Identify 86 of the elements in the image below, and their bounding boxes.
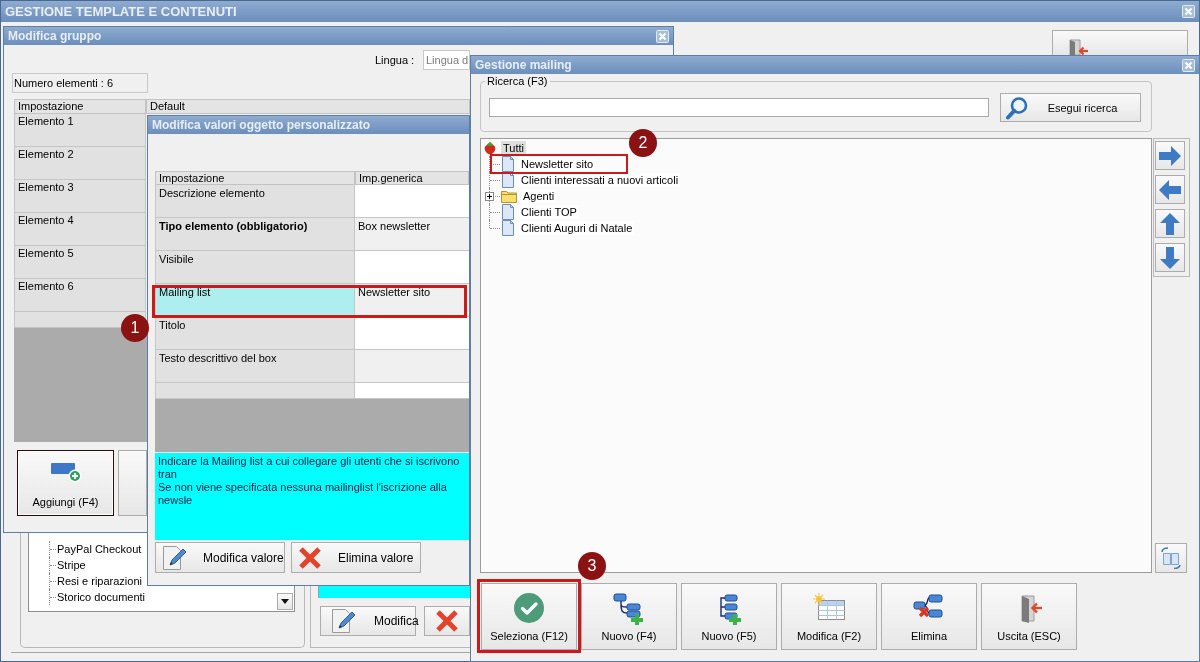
tree-item[interactable]: Clienti TOP [519, 205, 579, 219]
field-label: Lingua : [375, 54, 416, 66]
window-title: Modifica valori oggetto personalizzato [152, 118, 371, 132]
door-icon [1067, 38, 1089, 55]
documents-refresh-icon [1159, 547, 1183, 569]
column-header[interactable]: Impostazione [155, 171, 355, 185]
group-label: Ricerca (F3) [486, 75, 549, 88]
close-button[interactable] [656, 29, 669, 43]
node-tree-plus-icon [613, 593, 645, 625]
page-pencil-icon [331, 608, 356, 634]
node-cross-icon [913, 593, 945, 621]
document-icon [501, 172, 515, 188]
document-icon [501, 156, 515, 172]
row-header[interactable]: Testo descrittivo del box [155, 350, 355, 383]
scroll-down-button[interactable] [277, 593, 293, 610]
edit-button[interactable]: Modifica (F2) [781, 583, 877, 650]
column-header[interactable]: Imp.generica [355, 171, 469, 185]
table-sparkle-icon [813, 593, 845, 621]
delete-button[interactable]: Elimina [881, 583, 977, 650]
move-up-button[interactable] [1155, 209, 1185, 238]
down-arrow-icon [1159, 245, 1181, 270]
close-icon [1182, 58, 1195, 72]
move-right-button[interactable] [1155, 141, 1185, 170]
list-item[interactable]: PayPal Checkout [56, 543, 143, 555]
search-field[interactable] [489, 98, 989, 117]
move-down-button[interactable] [1155, 243, 1185, 272]
tree-item[interactable]: Clienti interessati a nuovi articoli [519, 173, 681, 187]
tree-item[interactable]: Agenti [521, 189, 557, 203]
window-title: GESTIONE TEMPLATE E CONTENUTI [5, 4, 237, 19]
up-arrow-icon [1159, 211, 1181, 236]
delete-value-button[interactable]: Elimina valore [291, 542, 421, 573]
list-item[interactable]: Resi e riparazioni [56, 575, 143, 587]
row-header[interactable]: Descrizione elemento [155, 185, 355, 218]
right-arrow-icon [1158, 144, 1182, 167]
column-header[interactable]: Impostazione [14, 99, 146, 114]
caret-icon [281, 599, 289, 604]
close-icon [1182, 5, 1195, 18]
row-header[interactable]: Elemento 4 [14, 213, 146, 246]
search-icon [1005, 95, 1029, 120]
close-button[interactable] [1182, 58, 1195, 72]
callout-badge: 3 [578, 552, 606, 580]
move-left-button[interactable] [1155, 175, 1185, 204]
new-button[interactable]: Nuovo (F5) [681, 583, 777, 650]
window-title: Gestione mailing [475, 58, 572, 72]
folder-icon [501, 189, 517, 203]
document-icon [501, 220, 515, 236]
check-circle-icon [514, 593, 544, 623]
tree-item[interactable]: Tutti [501, 141, 526, 155]
strawberry-icon [483, 141, 497, 155]
search-button[interactable]: Esegui ricerca [1000, 93, 1141, 122]
document-icon [501, 204, 515, 220]
row-header[interactable]: Elemento 2 [14, 147, 146, 180]
tree-item[interactable]: Newsletter sito [519, 157, 596, 171]
delete-button[interactable] [424, 606, 470, 636]
window-title: Modifica gruppo [8, 29, 102, 43]
expand-icon[interactable] [485, 192, 494, 201]
hint-text: Indicare la Mailing list a cui collegare gli utenti che si iscrivono tran [158, 455, 461, 481]
left-arrow-icon [1158, 178, 1182, 201]
tree-item[interactable]: Clienti Auguri di Natale [519, 221, 635, 235]
edit-value-button[interactable]: Modifica valore [155, 542, 285, 573]
toolbar-button[interactable] [118, 450, 147, 516]
row-header[interactable]: Visibile [155, 251, 355, 284]
row-header[interactable]: Elemento 6 [14, 279, 146, 312]
row-header[interactable]: Elemento 3 [14, 180, 146, 213]
add-button[interactable]: Aggiungi (F4) [17, 450, 114, 516]
hint-text: Se non viene specificata nessuna mailinglist l'iscrizione alla newsle [158, 481, 448, 507]
list-item[interactable]: Storico documenti [56, 591, 147, 603]
cross-icon [435, 609, 459, 633]
bar-plus-icon [49, 460, 82, 484]
page-pencil-icon [162, 544, 187, 571]
exit-button[interactable]: Uscita (ESC) [981, 583, 1077, 650]
language-dropdown[interactable]: Lingua d [423, 50, 470, 70]
row-header[interactable]: Titolo [155, 317, 355, 350]
list-item[interactable]: Stripe [56, 559, 87, 571]
count-display: Numero elementi : 6 [12, 73, 148, 93]
row-header[interactable]: Tipo elemento (obbligatorio) [155, 218, 355, 251]
column-header[interactable]: Default [146, 99, 470, 114]
row-header[interactable]: Elemento 5 [14, 246, 146, 279]
close-icon [656, 29, 669, 43]
refresh-button[interactable] [1155, 543, 1187, 573]
cross-icon [298, 545, 322, 570]
exit-button[interactable] [1052, 30, 1188, 55]
callout-badge: 2 [629, 129, 657, 157]
new-button[interactable]: Nuovo (F4) [581, 583, 677, 650]
row-header[interactable]: Elemento 1 [14, 114, 146, 147]
select-button[interactable]: Seleziona (F12) [481, 583, 577, 650]
